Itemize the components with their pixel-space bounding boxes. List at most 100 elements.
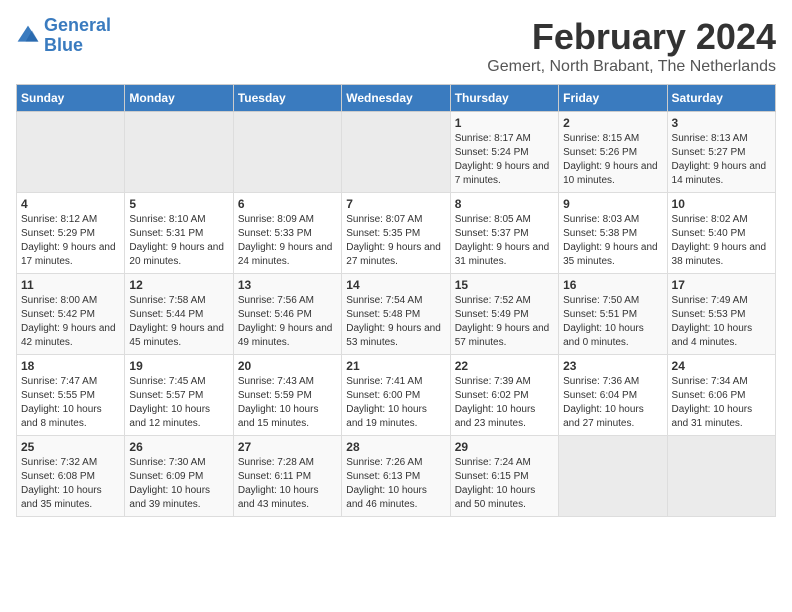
calendar-header-row: SundayMondayTuesdayWednesdayThursdayFrid… — [17, 85, 776, 112]
day-number: 23 — [563, 359, 662, 373]
calendar-cell: 3 Sunrise: 8:13 AM Sunset: 5:27 PM Daylig… — [667, 112, 775, 193]
logo: General Blue — [16, 16, 111, 56]
day-info: Sunrise: 8:10 AM Sunset: 5:31 PM Dayligh… — [129, 213, 228, 269]
calendar-cell: 26 Sunrise: 7:30 AM Sunset: 6:09 PM Dayli… — [125, 436, 233, 517]
day-number: 2 — [563, 116, 662, 130]
day-info: Sunrise: 7:56 AM Sunset: 5:46 PM Dayligh… — [238, 294, 337, 350]
day-info: Sunrise: 7:54 AM Sunset: 5:48 PM Dayligh… — [346, 294, 445, 350]
logo-line2: Blue — [44, 35, 83, 55]
week-row-4: 25 Sunrise: 7:32 AM Sunset: 6:08 PM Dayli… — [17, 436, 776, 517]
header-wednesday: Wednesday — [342, 85, 450, 112]
day-info: Sunrise: 7:26 AM Sunset: 6:13 PM Dayligh… — [346, 456, 445, 512]
day-number: 13 — [238, 278, 337, 292]
day-number: 9 — [563, 197, 662, 211]
calendar-cell — [125, 112, 233, 193]
calendar-cell: 5 Sunrise: 8:10 AM Sunset: 5:31 PM Daylig… — [125, 193, 233, 274]
day-info: Sunrise: 8:02 AM Sunset: 5:40 PM Dayligh… — [672, 213, 771, 269]
week-row-1: 4 Sunrise: 8:12 AM Sunset: 5:29 PM Daylig… — [17, 193, 776, 274]
day-info: Sunrise: 7:39 AM Sunset: 6:02 PM Dayligh… — [455, 375, 554, 431]
day-info: Sunrise: 8:15 AM Sunset: 5:26 PM Dayligh… — [563, 132, 662, 188]
calendar-cell: 23 Sunrise: 7:36 AM Sunset: 6:04 PM Dayli… — [559, 355, 667, 436]
calendar-cell — [667, 436, 775, 517]
logo-text: General Blue — [44, 16, 111, 56]
day-number: 19 — [129, 359, 228, 373]
calendar-cell: 29Sunrise: 7:24 AM Sunset: 6:15 PM Dayli… — [450, 436, 558, 517]
day-number: 17 — [672, 278, 771, 292]
calendar-cell: 25 Sunrise: 7:32 AM Sunset: 6:08 PM Dayli… — [17, 436, 125, 517]
header-saturday: Saturday — [667, 85, 775, 112]
day-number: 4 — [21, 197, 120, 211]
calendar-cell: 18Sunrise: 7:47 AM Sunset: 5:55 PM Dayli… — [17, 355, 125, 436]
day-info: Sunrise: 8:07 AM Sunset: 5:35 PM Dayligh… — [346, 213, 445, 269]
day-number: 28 — [346, 440, 445, 454]
calendar-cell: 9Sunrise: 8:03 AM Sunset: 5:38 PM Daylig… — [559, 193, 667, 274]
calendar-cell: 12 Sunrise: 7:58 AM Sunset: 5:44 PM Dayli… — [125, 274, 233, 355]
calendar-cell: 11Sunrise: 8:00 AM Sunset: 5:42 PM Dayli… — [17, 274, 125, 355]
day-info: Sunrise: 7:43 AM Sunset: 5:59 PM Dayligh… — [238, 375, 337, 431]
header: General Blue February 2024 Gemert, North… — [16, 16, 776, 76]
day-number: 21 — [346, 359, 445, 373]
day-number: 15 — [455, 278, 554, 292]
calendar-cell — [17, 112, 125, 193]
header-sunday: Sunday — [17, 85, 125, 112]
calendar-cell: 7 Sunrise: 8:07 AM Sunset: 5:35 PM Daylig… — [342, 193, 450, 274]
calendar-cell — [233, 112, 341, 193]
day-number: 5 — [129, 197, 228, 211]
calendar-cell: 17Sunrise: 7:49 AM Sunset: 5:53 PM Dayli… — [667, 274, 775, 355]
calendar-cell: 14Sunrise: 7:54 AM Sunset: 5:48 PM Dayli… — [342, 274, 450, 355]
day-number: 6 — [238, 197, 337, 211]
subtitle: Gemert, North Brabant, The Netherlands — [487, 58, 776, 76]
calendar-cell: 8 Sunrise: 8:05 AM Sunset: 5:37 PM Daylig… — [450, 193, 558, 274]
calendar-cell: 22 Sunrise: 7:39 AM Sunset: 6:02 PM Dayli… — [450, 355, 558, 436]
logo-icon — [16, 24, 40, 48]
calendar-cell: 2 Sunrise: 8:15 AM Sunset: 5:26 PM Daylig… — [559, 112, 667, 193]
calendar-cell: 20 Sunrise: 7:43 AM Sunset: 5:59 PM Dayli… — [233, 355, 341, 436]
day-number: 22 — [455, 359, 554, 373]
day-number: 1 — [455, 116, 554, 130]
calendar-cell: 19Sunrise: 7:45 AM Sunset: 5:57 PM Dayli… — [125, 355, 233, 436]
week-row-0: 1 Sunrise: 8:17 AM Sunset: 5:24 PM Daylig… — [17, 112, 776, 193]
title-area: February 2024 Gemert, North Brabant, The… — [487, 16, 776, 76]
day-info: Sunrise: 7:52 AM Sunset: 5:49 PM Dayligh… — [455, 294, 554, 350]
week-row-3: 18Sunrise: 7:47 AM Sunset: 5:55 PM Dayli… — [17, 355, 776, 436]
calendar-cell: 24Sunrise: 7:34 AM Sunset: 6:06 PM Dayli… — [667, 355, 775, 436]
day-info: Sunrise: 7:30 AM Sunset: 6:09 PM Dayligh… — [129, 456, 228, 512]
day-number: 27 — [238, 440, 337, 454]
calendar-cell: 1 Sunrise: 8:17 AM Sunset: 5:24 PM Daylig… — [450, 112, 558, 193]
day-info: Sunrise: 7:36 AM Sunset: 6:04 PM Dayligh… — [563, 375, 662, 431]
day-info: Sunrise: 8:13 AM Sunset: 5:27 PM Dayligh… — [672, 132, 771, 188]
header-tuesday: Tuesday — [233, 85, 341, 112]
day-info: Sunrise: 7:34 AM Sunset: 6:06 PM Dayligh… — [672, 375, 771, 431]
day-number: 26 — [129, 440, 228, 454]
calendar-cell: 13 Sunrise: 7:56 AM Sunset: 5:46 PM Dayli… — [233, 274, 341, 355]
day-info: Sunrise: 8:12 AM Sunset: 5:29 PM Dayligh… — [21, 213, 120, 269]
day-number: 18 — [21, 359, 120, 373]
day-number: 7 — [346, 197, 445, 211]
calendar-cell: 6Sunrise: 8:09 AM Sunset: 5:33 PM Daylig… — [233, 193, 341, 274]
day-number: 12 — [129, 278, 228, 292]
calendar-cell: 10Sunrise: 8:02 AM Sunset: 5:40 PM Dayli… — [667, 193, 775, 274]
calendar-cell: 15 Sunrise: 7:52 AM Sunset: 5:49 PM Dayli… — [450, 274, 558, 355]
day-number: 20 — [238, 359, 337, 373]
day-info: Sunrise: 7:24 AM Sunset: 6:15 PM Dayligh… — [455, 456, 554, 512]
calendar-cell — [342, 112, 450, 193]
day-info: Sunrise: 8:17 AM Sunset: 5:24 PM Dayligh… — [455, 132, 554, 188]
day-number: 16 — [563, 278, 662, 292]
day-info: Sunrise: 8:00 AM Sunset: 5:42 PM Dayligh… — [21, 294, 120, 350]
day-number: 25 — [21, 440, 120, 454]
header-friday: Friday — [559, 85, 667, 112]
day-info: Sunrise: 7:28 AM Sunset: 6:11 PM Dayligh… — [238, 456, 337, 512]
day-info: Sunrise: 7:58 AM Sunset: 5:44 PM Dayligh… — [129, 294, 228, 350]
day-info: Sunrise: 8:05 AM Sunset: 5:37 PM Dayligh… — [455, 213, 554, 269]
header-monday: Monday — [125, 85, 233, 112]
calendar-cell — [559, 436, 667, 517]
calendar-cell: 28 Sunrise: 7:26 AM Sunset: 6:13 PM Dayli… — [342, 436, 450, 517]
day-number: 8 — [455, 197, 554, 211]
day-number: 3 — [672, 116, 771, 130]
main-title: February 2024 — [487, 16, 776, 58]
calendar-cell: 27 Sunrise: 7:28 AM Sunset: 6:11 PM Dayli… — [233, 436, 341, 517]
logo-line1: General — [44, 15, 111, 35]
day-info: Sunrise: 7:32 AM Sunset: 6:08 PM Dayligh… — [21, 456, 120, 512]
calendar-cell: 21 Sunrise: 7:41 AM Sunset: 6:00 PM Dayli… — [342, 355, 450, 436]
day-info: Sunrise: 7:41 AM Sunset: 6:00 PM Dayligh… — [346, 375, 445, 431]
